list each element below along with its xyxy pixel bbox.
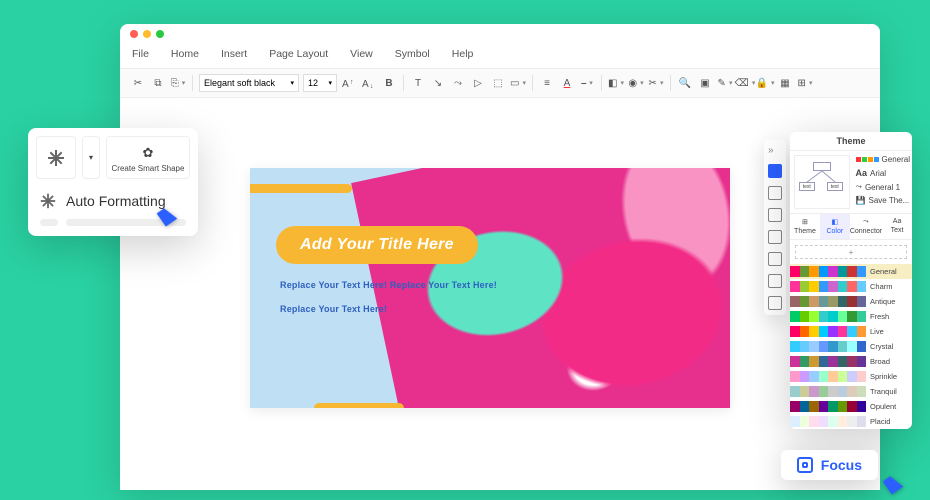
theme-panel: Theme text text General AaArial ⤳General…	[790, 132, 912, 429]
svg-text:↑: ↑	[350, 79, 354, 86]
palette-row-broad[interactable]: Broad	[790, 354, 912, 369]
vt-page-icon[interactable]	[768, 208, 782, 222]
palette-row-tranquil[interactable]: Tranquil	[790, 384, 912, 399]
increase-font-icon[interactable]: A↑	[341, 75, 357, 91]
line-style-icon[interactable]: ⎯	[579, 75, 595, 91]
window-controls	[120, 24, 880, 42]
image-icon[interactable]: ▣	[697, 75, 713, 91]
copy-icon[interactable]: ⧉	[150, 75, 166, 91]
toolbar: ✂ ⧉ ⎘ Elegant soft black▾ 12▾ A↑ A↓ B T …	[120, 68, 880, 98]
theme-panel-title: Theme	[790, 132, 912, 151]
menu-home[interactable]: Home	[171, 48, 199, 60]
maximize-window-button[interactable]	[156, 30, 164, 38]
grid-icon[interactable]: ▦	[777, 75, 793, 91]
align-left-icon[interactable]: ≡	[539, 75, 555, 91]
theme-tab-color[interactable]: ◧Color	[820, 214, 850, 239]
palette-row-charm[interactable]: Charm	[790, 279, 912, 294]
layers-icon[interactable]: ⬚	[490, 75, 506, 91]
font-select[interactable]: Elegant soft black▾	[199, 74, 299, 92]
fill-color-icon[interactable]: ◧	[608, 75, 624, 91]
focus-button[interactable]: Focus	[781, 450, 878, 480]
vt-layers-icon[interactable]	[768, 186, 782, 200]
cut-icon[interactable]: ✂	[130, 75, 146, 91]
auto-format-trigger[interactable]	[36, 136, 76, 179]
vt-history-icon[interactable]	[768, 252, 782, 266]
vt-theme-icon[interactable]	[768, 164, 782, 178]
menu-file[interactable]: File	[132, 48, 149, 60]
theme-opt-save[interactable]: 💾Save The...	[856, 196, 910, 205]
paste-icon[interactable]: ⎘	[170, 75, 186, 91]
menu-symbol[interactable]: Symbol	[395, 48, 430, 60]
palette-row-general[interactable]: General	[790, 264, 912, 279]
eraser-icon[interactable]: ⌫	[737, 75, 753, 91]
menu-insert[interactable]: Insert	[221, 48, 247, 60]
expand-icon[interactable]: »	[768, 145, 782, 156]
crop-icon[interactable]: ✂	[648, 75, 664, 91]
menu-page-layout[interactable]: Page Layout	[269, 48, 328, 60]
decrease-font-icon[interactable]: A↓	[361, 75, 377, 91]
slide[interactable]: Add Your Title Here Replace Your Text He…	[250, 168, 730, 408]
close-window-button[interactable]	[130, 30, 138, 38]
menu-help[interactable]: Help	[452, 48, 474, 60]
vt-outline-icon[interactable]	[768, 230, 782, 244]
menu-bar: File Home Insert Page Layout View Symbol…	[120, 42, 880, 68]
add-theme-button[interactable]: +	[795, 245, 907, 259]
shape-tool-icon[interactable]: ▭	[510, 75, 526, 91]
minimize-window-button[interactable]	[143, 30, 151, 38]
theme-tab-connector[interactable]: ⤳Connector	[850, 214, 882, 239]
font-size-select[interactable]: 12▾	[303, 74, 337, 92]
palette-row-crystal[interactable]: Crystal	[790, 339, 912, 354]
palette-row-antique[interactable]: Antique	[790, 294, 912, 309]
cursor-icon-2	[883, 473, 904, 494]
accent-bar-bottom	[314, 403, 404, 408]
palette-row-opulent[interactable]: Opulent	[790, 399, 912, 414]
theme-opt-line[interactable]: ⤳General 1	[856, 182, 910, 192]
group-icon[interactable]: ⊞	[797, 75, 813, 91]
theme-preview[interactable]: text text	[794, 155, 850, 209]
bold-icon[interactable]: B	[381, 75, 397, 91]
slide-subtext-2[interactable]: Replace Your Text Here!	[280, 304, 387, 314]
connector-tool-icon[interactable]: ⤳	[450, 75, 466, 91]
palette-row-placid[interactable]: Placid	[790, 414, 912, 429]
svg-text:↓: ↓	[370, 83, 374, 90]
text-tool-icon[interactable]: T	[410, 75, 426, 91]
palette-row-sprinkle[interactable]: Sprinkle	[790, 369, 912, 384]
lock-icon[interactable]: 🔒	[757, 75, 773, 91]
pointer-tool-icon[interactable]: ▷	[470, 75, 486, 91]
palette-row-live[interactable]: Live	[790, 324, 912, 339]
font-color-icon[interactable]: A	[559, 75, 575, 91]
create-smart-shape-button[interactable]: ✿ Create Smart Shape	[106, 136, 190, 179]
smart-shape-popover: ▾ ✿ Create Smart Shape Auto Formatting	[28, 128, 198, 236]
menu-view[interactable]: View	[350, 48, 373, 60]
svg-text:A: A	[342, 79, 349, 90]
line-tool-icon[interactable]: ↘	[430, 75, 446, 91]
accent-bar-top	[250, 184, 352, 193]
slide-title[interactable]: Add Your Title Here	[276, 226, 478, 264]
theme-opt-general[interactable]: General	[856, 155, 910, 164]
auto-formatting-row[interactable]: Auto Formatting	[36, 185, 190, 217]
theme-opt-font[interactable]: AaArial	[856, 168, 910, 178]
palette-row-fresh[interactable]: Fresh	[790, 309, 912, 324]
shadow-icon[interactable]: ◉	[628, 75, 644, 91]
palette-list: GeneralCharmAntiqueFreshLiveCrystalBroad…	[790, 264, 912, 429]
pen-icon[interactable]: ✎	[717, 75, 733, 91]
vt-comment-icon[interactable]	[768, 274, 782, 288]
auto-format-dropdown[interactable]: ▾	[82, 136, 100, 179]
focus-icon	[797, 457, 813, 473]
theme-tab-theme[interactable]: ⊞Theme	[790, 214, 820, 239]
slide-subtext-1[interactable]: Replace Your Text Here! Replace Your Tex…	[280, 280, 497, 290]
svg-text:A: A	[362, 79, 369, 90]
theme-tab-text[interactable]: AaText	[882, 214, 912, 239]
side-toolbar: »	[764, 140, 786, 315]
vt-settings-icon[interactable]	[768, 296, 782, 310]
zoom-icon[interactable]: 🔍	[677, 75, 693, 91]
